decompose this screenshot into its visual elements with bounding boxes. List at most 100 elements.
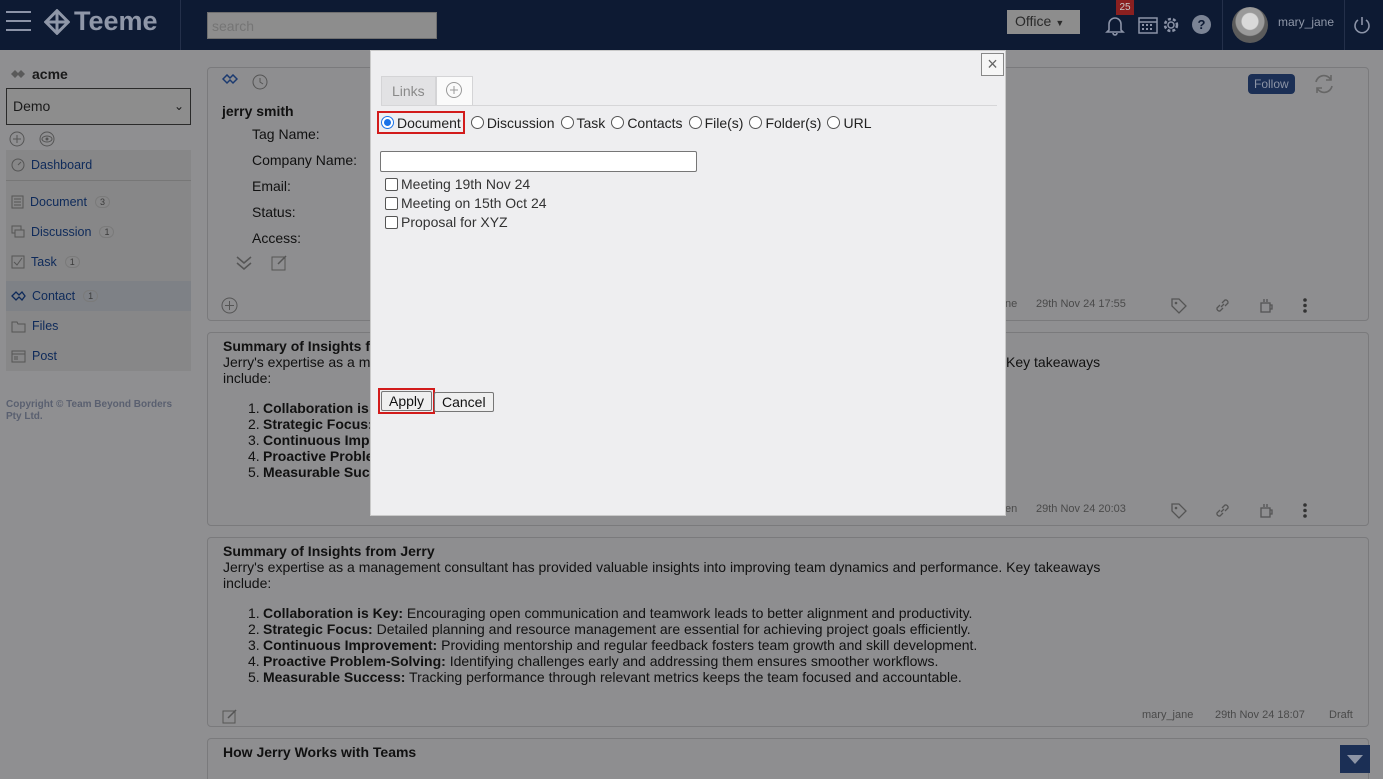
radio-files[interactable]: File(s): [688, 115, 743, 131]
avatar[interactable]: [1232, 7, 1268, 43]
checkbox[interactable]: [385, 178, 398, 191]
link-icon[interactable]: [1214, 502, 1231, 519]
link-icon[interactable]: [1214, 297, 1231, 314]
list-item-bold: Collaboration is: [263, 400, 369, 416]
radio-task[interactable]: Task: [560, 115, 605, 131]
office-select[interactable]: Office ▼: [1007, 10, 1080, 34]
add-circle-icon[interactable]: [9, 131, 25, 147]
notification-bell-icon[interactable]: [1104, 14, 1126, 36]
divider: [1222, 0, 1223, 50]
radio-discussion[interactable]: Discussion: [470, 115, 555, 131]
document-body-tail: Key takeaways: [1006, 354, 1101, 370]
document-card: How Jerry Works with Teams: [207, 738, 1369, 779]
radio-button[interactable]: [381, 116, 394, 129]
app-name: Teeme: [74, 6, 158, 36]
list-item-text: Detailed planning and resource managemen…: [372, 621, 971, 637]
tab-add[interactable]: [435, 76, 473, 106]
edit-icon[interactable]: [222, 708, 238, 724]
workspace-select[interactable]: Demo ⌄: [6, 88, 191, 125]
more-vertical-icon[interactable]: [1302, 297, 1308, 314]
sidebar-item-files[interactable]: Files: [6, 311, 191, 341]
tag-icon[interactable]: [1170, 297, 1187, 314]
count-badge: 3: [94, 196, 110, 208]
tab-links[interactable]: Links: [381, 76, 436, 106]
eye-icon[interactable]: [39, 131, 55, 147]
teeme-logo-icon: [44, 8, 70, 35]
radio-document[interactable]: Document: [377, 111, 465, 134]
help-icon[interactable]: ?: [1192, 15, 1211, 34]
username-label[interactable]: mary_jane: [1278, 15, 1334, 29]
radio-url[interactable]: URL: [827, 115, 871, 131]
folder-icon: [11, 321, 26, 332]
tag-icon[interactable]: [1170, 502, 1187, 519]
list-item-text: Tracking performance through relevant me…: [405, 669, 962, 685]
radio-label: Folder(s): [765, 114, 822, 131]
checkbox[interactable]: [385, 197, 398, 210]
gear-icon[interactable]: [1159, 13, 1183, 37]
scroll-down-button[interactable]: [1340, 745, 1370, 773]
radio-contacts[interactable]: Contacts: [611, 114, 683, 131]
refresh-icon[interactable]: [1312, 73, 1336, 95]
document-body-line: Jerry's expertise as a m: [223, 354, 371, 370]
document-title[interactable]: Summary of Insights from Jerry: [223, 543, 435, 559]
expand-chevrons-icon[interactable]: [235, 254, 253, 272]
contact-actions: [235, 254, 288, 272]
radio-label: Contacts: [627, 114, 683, 131]
arrow-down-icon: [1347, 755, 1363, 764]
list-item[interactable]: Proposal for XYZ: [385, 213, 547, 232]
add-link-dialog: × Links Document Discussion Task Contact…: [370, 50, 1006, 516]
list-item: 3. Continuous Impr: [248, 432, 375, 448]
radio-button[interactable]: [611, 116, 625, 129]
sidebar-item-discussion[interactable]: Discussion 1: [6, 217, 191, 247]
sidebar-item-label: Dashboard: [31, 158, 93, 172]
radio-button[interactable]: [560, 116, 574, 129]
menu-icon[interactable]: [6, 11, 31, 33]
add-circle-icon[interactable]: [221, 297, 238, 314]
list-item-text: Encouraging open communication and teamw…: [403, 605, 973, 621]
card-header-icons: [222, 74, 268, 90]
divider: [180, 0, 181, 50]
cup-icon[interactable]: [1258, 502, 1275, 519]
power-icon[interactable]: [1352, 15, 1372, 35]
follow-button[interactable]: Follow: [1248, 74, 1295, 94]
apply-button[interactable]: Apply: [381, 391, 433, 411]
list-item[interactable]: Meeting 19th Nov 24: [385, 175, 547, 194]
sidebar-item-post[interactable]: Post: [6, 341, 191, 371]
radio-button[interactable]: [470, 116, 484, 129]
chevron-down-icon: ⌄: [173, 99, 184, 113]
email-label: Email:: [252, 178, 291, 194]
cancel-button[interactable]: Cancel: [434, 392, 494, 412]
list-item-bold: Collaboration is Key:: [263, 605, 404, 621]
sidebar-item-dashboard[interactable]: Dashboard: [6, 150, 191, 180]
sidebar-item-task[interactable]: Task 1: [6, 247, 191, 277]
card-toolbar: [1170, 502, 1308, 519]
tag-name-label: Tag Name:: [252, 126, 320, 142]
list-item[interactable]: Meeting on 15th Oct 24: [385, 194, 547, 213]
filter-input[interactable]: [380, 151, 697, 172]
list-item: 5. Measurable Success: Tracking performan…: [248, 669, 962, 685]
list-item-bold: Measurable Success:: [263, 669, 406, 685]
search-input[interactable]: [207, 12, 437, 39]
document-title[interactable]: Summary of Insights f: [223, 338, 370, 354]
divider: [1344, 0, 1345, 50]
document-card: Summary of Insights from Jerry Jerry's e…: [207, 537, 1369, 727]
checkbox-label: Meeting 19th Nov 24: [401, 176, 531, 192]
calendar-icon[interactable]: [1138, 15, 1158, 35]
radio-button[interactable]: [827, 116, 841, 129]
radio-button[interactable]: [688, 116, 702, 129]
sidebar-item-contact[interactable]: Contact 1: [6, 281, 191, 311]
handshake-icon: [222, 74, 238, 85]
cup-icon[interactable]: [1258, 297, 1275, 314]
checkbox[interactable]: [385, 216, 398, 229]
close-button[interactable]: ×: [981, 53, 1004, 76]
list-item-bold: Measurable Succ: [263, 464, 378, 480]
app-logo[interactable]: Teeme: [44, 6, 158, 37]
clock-icon[interactable]: [252, 74, 268, 90]
list-item-text: Providing mentorship and regular feedbac…: [437, 637, 978, 653]
more-vertical-icon[interactable]: [1302, 502, 1308, 519]
radio-button[interactable]: [749, 116, 763, 129]
document-title[interactable]: How Jerry Works with Teams: [223, 744, 416, 760]
sidebar-item-document[interactable]: Document 3: [6, 187, 191, 217]
edit-icon[interactable]: [271, 254, 288, 271]
radio-folders[interactable]: Folder(s): [749, 115, 821, 131]
